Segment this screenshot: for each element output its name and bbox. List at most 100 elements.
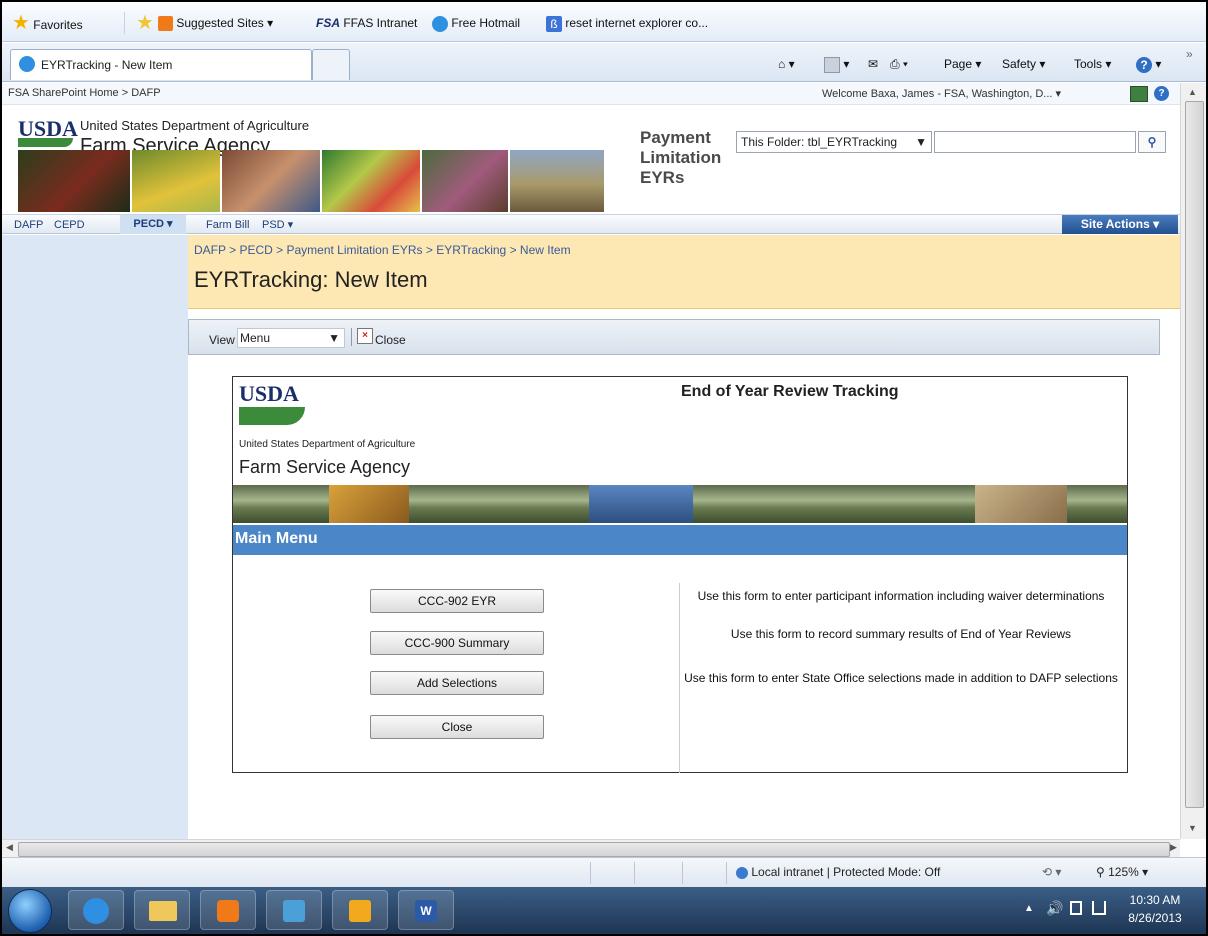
favorites-bar: ★ Favorites ★ Suggested Sites ▾ FSA FFAS… — [2, 2, 1206, 42]
main-menu-bar: Main Menu — [233, 525, 1127, 555]
cardinal-photo — [18, 150, 130, 212]
usda-swoosh — [18, 138, 73, 147]
suggested-sites-icon — [158, 16, 173, 32]
page-menu[interactable]: Page ▾ — [944, 55, 981, 73]
global-links-bar: FSA SharePoint Home > DAFP Welcome Baxa,… — [2, 83, 1180, 105]
harvest-photo — [510, 150, 604, 212]
favorites-button[interactable]: ★ Favorites — [12, 13, 83, 33]
fruit-photo — [329, 485, 409, 523]
help-icon[interactable]: ? ▾ — [1136, 55, 1161, 73]
ie-icon — [19, 56, 35, 72]
add-selections-button[interactable]: Add Selections — [370, 671, 544, 695]
vertical-scrollbar[interactable]: ▲ ▼ — [1180, 83, 1206, 839]
chevron-down-icon[interactable]: ▼ — [1188, 823, 1197, 833]
taskbar: W ▲ 🔊 10:30 AM 8/26/2013 — [2, 887, 1206, 934]
tools-menu[interactable]: Tools ▾ — [1074, 55, 1111, 73]
bing-icon: ß — [546, 15, 562, 32]
eyr-form: USDA United States Department of Agricul… — [232, 376, 1128, 773]
protected-mode-icon[interactable]: ⟲ ▾ — [1042, 865, 1061, 879]
chevron-up-icon[interactable]: ▲ — [1188, 87, 1197, 97]
ccc-900-description: Use this form to record summary results … — [730, 627, 1072, 641]
safety-menu[interactable]: Safety ▾ — [1002, 55, 1045, 73]
home-icon[interactable]: ⌂ ▾ — [778, 55, 795, 73]
divider — [590, 862, 591, 884]
scrollbar-thumb[interactable] — [1185, 101, 1204, 808]
divider — [726, 862, 727, 884]
chevron-down-icon: ▼ — [915, 135, 927, 149]
ccc-900-summary-button[interactable]: CCC-900 Summary — [370, 631, 544, 655]
add-favorite-icon[interactable]: ★ — [136, 13, 154, 33]
tab-eyrtracking[interactable]: EYRTracking - New Item — [10, 49, 312, 80]
outlook-icon[interactable] — [332, 890, 388, 930]
print-icon[interactable]: ⎙ ▾ — [890, 55, 908, 73]
nav-cepd[interactable]: CEPD — [54, 217, 85, 233]
new-tab-button[interactable] — [312, 49, 350, 80]
usda-swoosh — [239, 407, 305, 425]
clock[interactable]: 10:30 AM 8/26/2013 — [1120, 891, 1190, 927]
nav-psd[interactable]: PSD ▾ — [262, 217, 293, 233]
close-link[interactable]: Close — [375, 333, 406, 347]
nav-pecd[interactable]: PECD ▾ — [120, 215, 186, 234]
media-player-icon[interactable] — [200, 890, 256, 930]
internet-explorer-icon[interactable] — [68, 890, 124, 930]
site-actions-menu[interactable]: Site Actions ▾ — [1062, 215, 1178, 234]
scrollbar-thumb[interactable] — [18, 842, 1170, 857]
ffas-intranet-link[interactable]: FSA FFAS Intranet — [316, 14, 417, 32]
view-select[interactable]: Menu ▼ — [237, 328, 345, 348]
people-photo — [975, 485, 1067, 523]
children-photo — [222, 150, 320, 212]
file-explorer-icon[interactable] — [134, 890, 190, 930]
page-breadcrumb[interactable]: DAFP > PECD > Payment Limitation EYRs > … — [194, 243, 571, 257]
mail-icon[interactable]: ✉ — [868, 55, 878, 73]
divider — [682, 862, 683, 884]
help-icon[interactable]: ? — [1154, 86, 1169, 101]
chevron-right-icon[interactable]: » — [1186, 45, 1193, 63]
view-label: View — [209, 333, 235, 347]
suggested-sites-link[interactable]: Suggested Sites ▾ — [158, 14, 273, 32]
tab-row: EYRTracking - New Item ⌂ ▾ ▾ ✉ ⎙ ▾ Page … — [2, 43, 1206, 82]
fsa-logo-icon: FSA — [316, 16, 340, 30]
start-button[interactable] — [8, 889, 52, 933]
close-icon[interactable]: × — [357, 328, 373, 344]
status-bar: Local intranet | Protected Mode: Off ⟲ ▾… — [2, 857, 1206, 887]
chevron-left-icon[interactable]: ◀ — [6, 842, 13, 853]
search-scope-select[interactable]: This Folder: tbl_EYRTracking ▼ — [736, 131, 932, 153]
corn-photo — [132, 150, 220, 212]
form-title: End of Year Review Tracking — [681, 383, 899, 400]
global-breadcrumb[interactable]: FSA SharePoint Home > DAFP — [8, 87, 161, 99]
welcome-menu[interactable]: Welcome Baxa, James - FSA, Washington, D… — [822, 87, 1061, 100]
chevron-right-icon[interactable]: ▶ — [1170, 842, 1177, 853]
user-icon[interactable] — [1130, 86, 1148, 102]
horizontal-scrollbar[interactable]: ◀ ▶ — [2, 839, 1180, 857]
chevron-up-icon[interactable]: ▲ — [1024, 903, 1034, 914]
zoom-control[interactable]: ⚲ 125% ▾ — [1096, 865, 1148, 879]
remote-desktop-icon[interactable] — [266, 890, 322, 930]
word-icon[interactable]: W — [398, 890, 454, 930]
action-center-icon[interactable] — [1092, 901, 1106, 915]
page-title-area: DAFP > PECD > Payment Limitation EYRs > … — [188, 235, 1180, 309]
site-title[interactable]: Payment Limitation EYRs — [640, 128, 721, 188]
nav-farm-bill[interactable]: Farm Bill — [206, 217, 249, 233]
divider — [634, 862, 635, 884]
nav-dafp[interactable]: DAFP — [14, 217, 43, 233]
ccc-902-description: Use this form to enter participant infor… — [697, 589, 1105, 603]
search-icon[interactable]: ⚲ — [1138, 131, 1166, 153]
org-line: United States Department of Agriculture — [239, 439, 416, 450]
reset-ie-link[interactable]: ß reset internet explorer co... — [546, 14, 708, 32]
feeds-icon[interactable]: ▾ — [824, 55, 849, 73]
ccc-902-eyr-button[interactable]: CCC-902 EYR — [370, 589, 544, 613]
network-icon[interactable] — [1070, 901, 1082, 915]
search-input[interactable] — [934, 131, 1136, 153]
produce-photo — [322, 150, 420, 212]
landscape-banner — [233, 485, 1127, 523]
security-zone[interactable]: Local intranet | Protected Mode: Off — [736, 865, 940, 879]
volume-icon[interactable]: 🔊 — [1046, 900, 1063, 917]
worker-photo — [422, 150, 508, 212]
free-hotmail-link[interactable]: Free Hotmail — [432, 14, 520, 32]
org-line: United States Department of Agriculture — [80, 118, 310, 133]
add-selections-description: Use this form to enter State Office sele… — [684, 671, 1118, 685]
ie-icon — [432, 15, 448, 32]
top-navigation: DAFP CEPD PECD ▾ Farm Bill PSD ▾ Site Ac… — [2, 214, 1180, 234]
close-button[interactable]: Close — [370, 715, 544, 739]
globe-icon — [736, 866, 748, 879]
